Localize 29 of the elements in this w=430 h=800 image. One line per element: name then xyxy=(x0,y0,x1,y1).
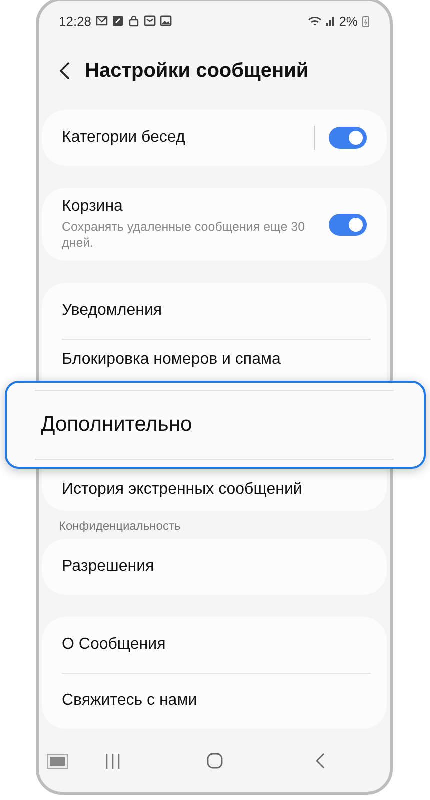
signal-icon xyxy=(326,15,336,27)
section-header: Конфиденциальность xyxy=(58,518,182,535)
toggle-switch[interactable] xyxy=(329,127,367,149)
recent-apps-button[interactable] xyxy=(106,754,120,768)
highlighted-menu-item[interactable]: Дополнительно xyxy=(5,381,426,469)
home-button[interactable] xyxy=(207,753,223,769)
battery-percent: 2% xyxy=(339,14,358,28)
toggle-switch[interactable] xyxy=(329,214,367,236)
menu-item[interactable]: О Сообщения xyxy=(42,617,387,673)
message-icon xyxy=(144,15,156,27)
menu-item[interactable]: Блокировка номеров и спама xyxy=(42,339,387,381)
setting-label: Категории бесед xyxy=(62,129,186,147)
mail-icon xyxy=(96,15,108,27)
image-icon xyxy=(160,15,172,27)
page-title: Настройки сообщений xyxy=(85,60,309,82)
lock-icon xyxy=(128,15,140,27)
keyboard-icon[interactable] xyxy=(47,754,68,768)
phone-icon xyxy=(112,15,124,27)
battery-icon xyxy=(362,14,370,28)
setting-description: Сохранять удаленные сообщения еще 30 дней. xyxy=(62,219,306,251)
back-nav-button[interactable] xyxy=(316,753,325,769)
menu-item[interactable]: История экстренных сообщений xyxy=(42,469,387,511)
menu-item[interactable]: Уведомления xyxy=(42,283,387,339)
back-button[interactable] xyxy=(59,61,71,81)
menu-item[interactable]: Разрешения xyxy=(42,539,387,595)
menu-item[interactable]: Свяжитесь с нами xyxy=(42,673,387,729)
setting-label: Корзина xyxy=(62,198,124,216)
wifi-icon xyxy=(308,15,322,27)
clock-time: 12:28 xyxy=(59,14,92,28)
